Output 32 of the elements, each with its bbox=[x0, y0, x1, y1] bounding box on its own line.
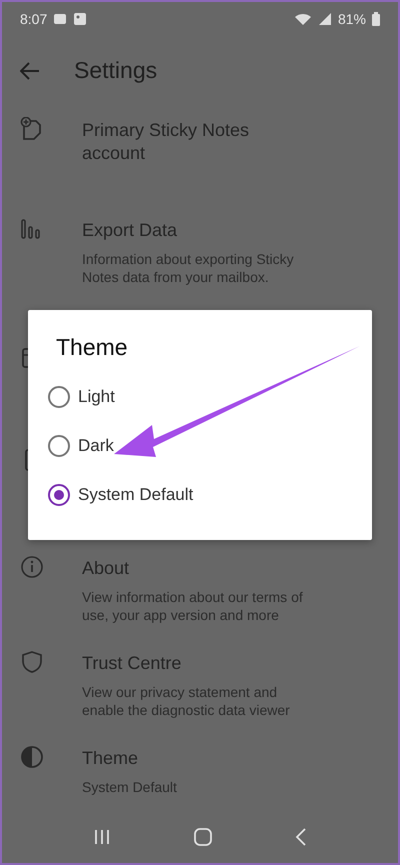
back-arrow-icon[interactable] bbox=[20, 62, 40, 80]
battery-percent: 81% bbox=[338, 11, 366, 28]
setting-title[interactable]: Export Data bbox=[82, 218, 322, 242]
setting-title[interactable]: Primary Sticky Notes account bbox=[82, 118, 282, 165]
setting-title[interactable]: Trust Centre bbox=[82, 652, 322, 676]
battery-icon bbox=[372, 12, 380, 26]
back-icon[interactable] bbox=[294, 828, 307, 846]
gallery-icon bbox=[73, 12, 88, 26]
notification-icon bbox=[53, 12, 68, 26]
wifi-icon bbox=[294, 12, 312, 26]
signal-icon bbox=[318, 12, 332, 26]
setting-description: View information about our terms of use, your app version and more bbox=[82, 588, 304, 624]
note-add-icon bbox=[20, 116, 44, 141]
status-time: 8:07 bbox=[20, 11, 48, 28]
dialog-title: Theme bbox=[55, 334, 128, 361]
theme-option[interactable]: Dark bbox=[48, 435, 114, 457]
home-icon[interactable] bbox=[194, 828, 212, 846]
radio-button[interactable] bbox=[48, 435, 70, 457]
theme-option[interactable]: System Default bbox=[48, 484, 194, 506]
radio-button[interactable] bbox=[48, 484, 70, 506]
setting-title[interactable]: About bbox=[82, 557, 322, 580]
contrast-icon bbox=[20, 745, 44, 770]
page-title: Settings bbox=[74, 57, 158, 84]
recent-apps-icon[interactable] bbox=[93, 828, 112, 846]
setting-title[interactable]: Theme bbox=[82, 747, 322, 770]
setting-description: Information about exporting Sticky Notes data from your mailbox. bbox=[82, 250, 295, 286]
radio-button[interactable] bbox=[48, 386, 70, 408]
setting-description: System Default bbox=[82, 778, 178, 796]
setting-description: View our privacy statement and enable the diagnostic data viewer bbox=[82, 683, 291, 720]
theme-option[interactable]: Light bbox=[48, 386, 115, 408]
shield-icon bbox=[20, 650, 44, 674]
info-icon bbox=[20, 555, 44, 580]
